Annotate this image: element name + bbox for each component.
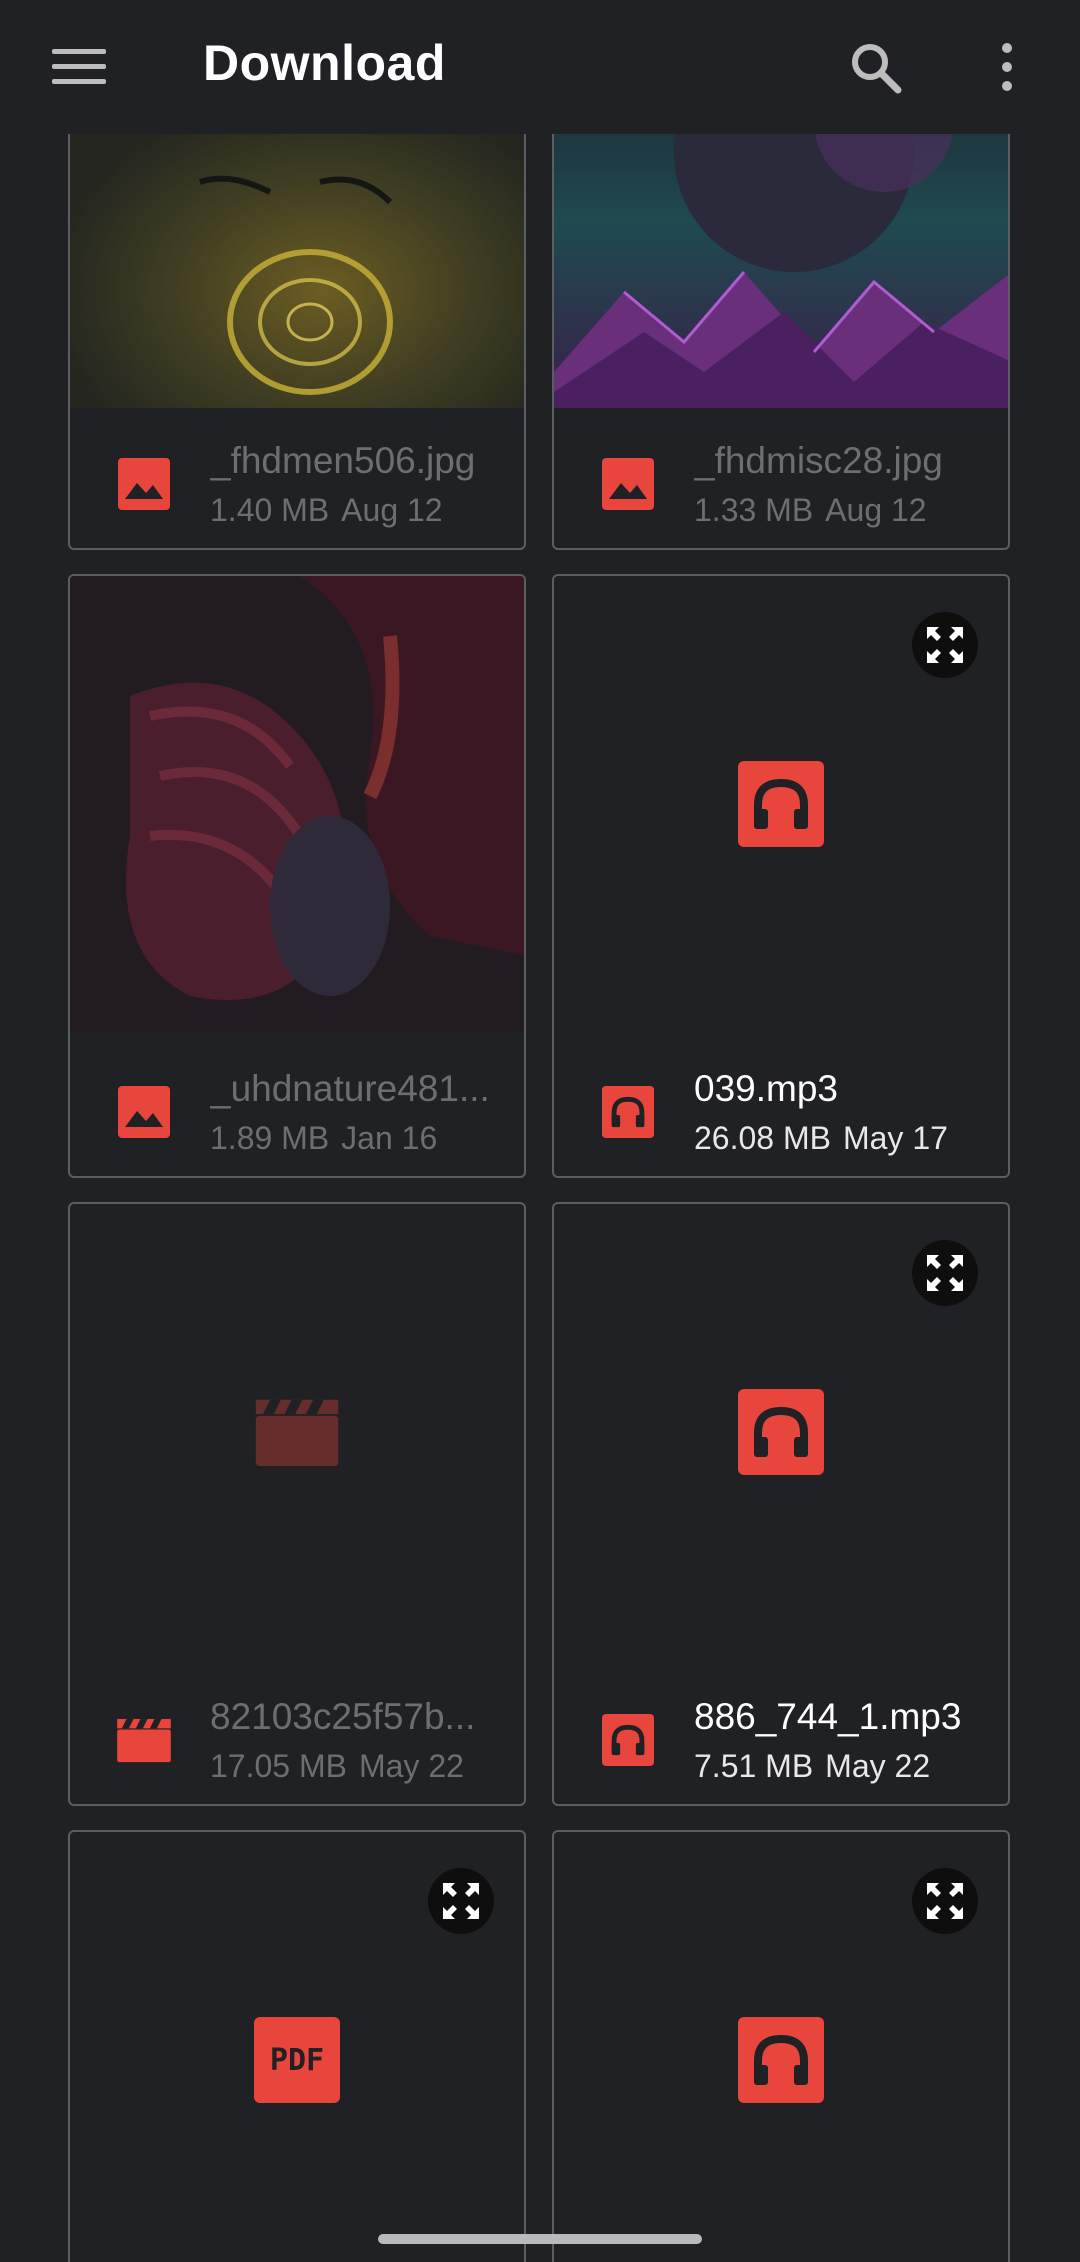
image-thumbnail <box>70 576 524 1032</box>
file-name: 82103c25f57b... <box>210 1696 476 1737</box>
file-date: Aug 12 <box>341 492 443 528</box>
file-date: May 22 <box>825 1748 931 1784</box>
file-grid: _fhdmen506.jpg 1.40 MB Aug 12 _fhdmisc28… <box>0 0 1080 2262</box>
page-title: Download <box>203 35 446 91</box>
file-name: _fhdmisc28.jpg <box>694 440 943 481</box>
pdf-label: PDF <box>269 2042 325 2078</box>
pdf-placeholder: PDF <box>70 1832 524 2262</box>
home-indicator[interactable] <box>378 2234 702 2244</box>
file-card[interactable]: _fhdmen506.jpg 1.40 MB Aug 12 <box>68 70 526 550</box>
audio-placeholder <box>554 1832 1008 2262</box>
file-meta: _uhdnature481... 1.89 MB Jan 16 <box>70 1034 524 1176</box>
file-size: 1.40 MB <box>210 492 330 528</box>
file-date: May 22 <box>358 1748 464 1784</box>
image-file-icon <box>116 1084 172 1140</box>
file-card[interactable]: _fhdmisc28.jpg 1.33 MB Aug 12 <box>552 70 1010 550</box>
file-info: 7.51 MB May 22 <box>694 1748 930 1785</box>
audio-file-icon <box>600 1712 656 1768</box>
file-card[interactable]: 82103c25f57b... 17.05 MB May 22 <box>68 1202 526 1806</box>
headphones-icon <box>738 2017 824 2103</box>
video-file-icon <box>116 1712 172 1768</box>
file-info: 1.33 MB Aug 12 <box>694 492 927 529</box>
file-info: 1.40 MB Aug 12 <box>210 492 443 529</box>
file-meta: 82103c25f57b... 17.05 MB May 22 <box>70 1662 524 1804</box>
audio-file-icon <box>600 1084 656 1140</box>
expand-icon[interactable] <box>428 1868 494 1934</box>
canyon-rock-thumbnail <box>70 576 524 1032</box>
file-card[interactable]: 886_744_1.mp3 7.51 MB May 22 <box>552 1202 1010 1806</box>
file-date: Jan 16 <box>341 1120 438 1156</box>
hamburger-menu-icon[interactable] <box>44 36 114 98</box>
file-date: May 17 <box>842 1120 948 1156</box>
file-info: 26.08 MB May 17 <box>694 1120 948 1157</box>
expand-icon[interactable] <box>912 1868 978 1934</box>
more-vertical-icon[interactable] <box>980 32 1034 102</box>
file-size: 1.89 MB <box>210 1120 330 1156</box>
file-name: 039.mp3 <box>694 1068 838 1109</box>
video-clapper-icon <box>254 1389 340 1475</box>
expand-icon[interactable] <box>912 1240 978 1306</box>
file-name: 886_744_1.mp3 <box>694 1696 962 1737</box>
file-name: _uhdnature481... <box>210 1068 490 1109</box>
headphones-icon <box>738 761 824 847</box>
file-date: Aug 12 <box>825 492 927 528</box>
file-info: 17.05 MB May 22 <box>210 1748 464 1785</box>
file-name: _fhdmen506.jpg <box>210 440 476 481</box>
file-card[interactable] <box>552 1830 1010 2262</box>
file-meta: _fhdmen506.jpg 1.40 MB Aug 12 <box>70 406 524 548</box>
app-bar: Download <box>0 0 1080 134</box>
search-icon[interactable] <box>840 32 910 102</box>
file-size: 17.05 MB <box>210 1748 347 1784</box>
expand-icon[interactable] <box>912 612 978 678</box>
pdf-icon: PDF <box>254 2017 340 2103</box>
image-file-icon <box>600 456 656 512</box>
audio-placeholder <box>554 576 1008 1032</box>
file-card[interactable]: _uhdnature481... 1.89 MB Jan 16 <box>68 574 526 1178</box>
audio-placeholder <box>554 1204 1008 1660</box>
image-file-icon <box>116 456 172 512</box>
file-card[interactable]: 039.mp3 26.08 MB May 17 <box>552 574 1010 1178</box>
file-meta: _fhdmisc28.jpg 1.33 MB Aug 12 <box>554 406 1008 548</box>
video-placeholder <box>70 1204 524 1660</box>
file-size: 1.33 MB <box>694 492 814 528</box>
file-meta: 886_744_1.mp3 7.51 MB May 22 <box>554 1662 1008 1804</box>
download-screen: _fhdmen506.jpg 1.40 MB Aug 12 _fhdmisc28… <box>0 0 1080 2262</box>
file-info: 1.89 MB Jan 16 <box>210 1120 437 1157</box>
file-size: 26.08 MB <box>694 1120 831 1156</box>
file-meta: 039.mp3 26.08 MB May 17 <box>554 1034 1008 1176</box>
file-size: 7.51 MB <box>694 1748 814 1784</box>
file-card[interactable]: PDF <box>68 1830 526 2262</box>
headphones-icon <box>738 1389 824 1475</box>
